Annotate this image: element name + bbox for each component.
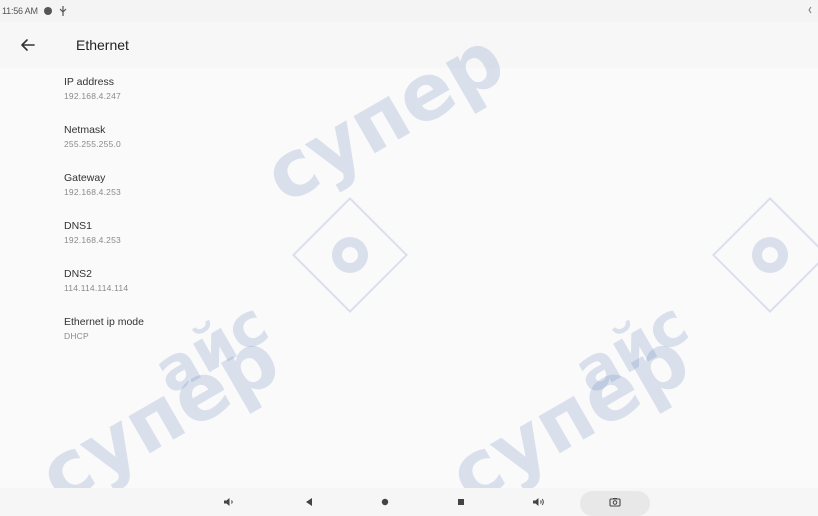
volume-up-icon — [533, 498, 544, 506]
pref-title: DNS2 — [64, 268, 93, 280]
pref-gateway[interactable]: Gateway 192.168.4.253 — [64, 168, 464, 216]
pref-summary: 192.168.4.253 — [64, 235, 121, 245]
home-icon — [381, 498, 389, 506]
nav-home-button[interactable] — [374, 492, 396, 512]
nav-back-button[interactable] — [298, 492, 320, 512]
pref-ethernet-ip-mode[interactable]: Ethernet ip mode DHCP — [64, 312, 464, 360]
watermark-text: айс — [563, 288, 700, 408]
pref-summary: 192.168.4.247 — [64, 91, 121, 101]
pref-title: IP address — [64, 76, 115, 88]
status-bar: 11:56 AM — [0, 0, 818, 22]
back-button[interactable] — [0, 22, 56, 68]
pref-summary: 255.255.255.0 — [64, 139, 121, 149]
status-edge-icon — [808, 6, 812, 14]
nav-recents-button[interactable] — [450, 492, 472, 512]
pref-title: Ethernet ip mode — [64, 316, 144, 328]
pref-dns1[interactable]: DNS1 192.168.4.253 — [64, 216, 464, 264]
pref-summary: 114.114.114.114 — [64, 283, 129, 293]
volume-up-button[interactable] — [528, 492, 550, 512]
screenshot-button[interactable] — [604, 492, 626, 512]
pref-title: Netmask — [64, 124, 106, 136]
pref-netmask[interactable]: Netmask 255.255.255.0 — [64, 120, 464, 168]
back-icon — [306, 498, 312, 506]
pref-ip-address[interactable]: IP address 192.168.4.247 — [64, 72, 464, 120]
nav-bar — [0, 488, 818, 516]
back-arrow-icon — [21, 39, 35, 51]
volume-down-icon — [224, 498, 233, 506]
pref-title: Gateway — [64, 172, 106, 184]
app-bar: Ethernet — [0, 22, 818, 68]
recents-icon — [458, 499, 464, 505]
watermark-logo-icon — [712, 197, 818, 313]
notification-dot-icon — [43, 7, 52, 15]
usb-icon — [59, 6, 67, 16]
status-time: 11:56 AM — [2, 6, 38, 16]
pref-title: DNS1 — [64, 220, 93, 232]
settings-list: IP address 192.168.4.247 Netmask 255.255… — [64, 72, 464, 360]
pref-summary: DHCP — [64, 331, 89, 341]
pref-dns2[interactable]: DNS2 114.114.114.114 — [64, 264, 464, 312]
volume-down-button[interactable] — [218, 492, 240, 512]
page-title: Ethernet — [76, 37, 129, 53]
camera-icon — [609, 498, 621, 507]
watermark-text: супер — [435, 314, 705, 516]
pref-summary: 192.168.4.253 — [64, 187, 121, 197]
